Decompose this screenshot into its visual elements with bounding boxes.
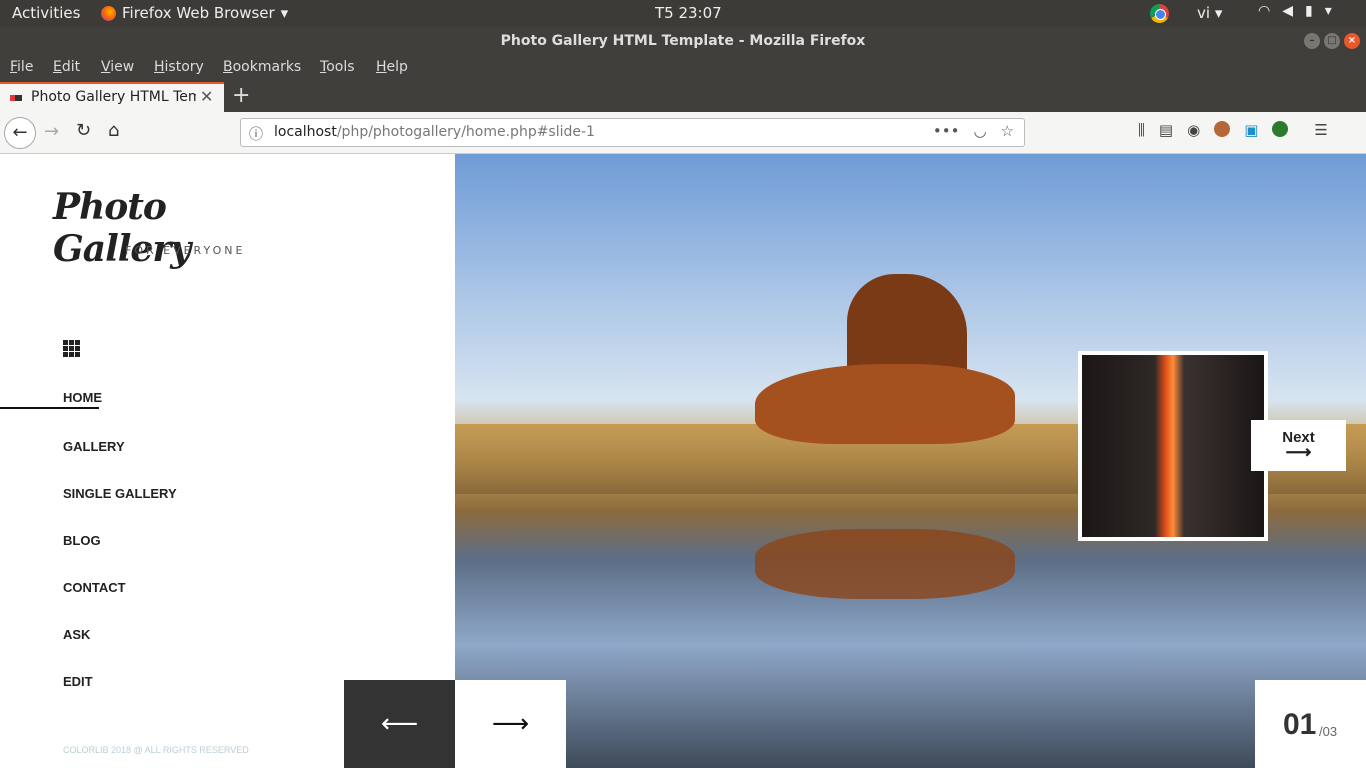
page-content: Photo Gallery FOR EVERYONE HOME GALLERY … [0,154,1366,768]
nav-blog[interactable]: BLOG [63,533,101,548]
grid-menu-icon[interactable] [63,340,80,357]
app-menu[interactable]: Firefox Web Browser ▾ [101,4,288,22]
language-indicator[interactable]: vi ▾ [1197,4,1222,22]
url-host: localhost [274,124,337,140]
account-icon[interactable]: ◉ [1187,121,1200,139]
menu-file[interactable]: File [10,59,33,75]
slide-counter: 01 /03 [1255,680,1366,768]
next-slide-button[interactable]: Next ⟶ [1251,420,1346,471]
nav-single-gallery[interactable]: SINGLE GALLERY [63,486,177,501]
total-slide-count: /03 [1319,724,1338,739]
next-slide-thumbnail[interactable] [1078,351,1268,541]
library-icon[interactable]: ⫼ [1138,121,1145,139]
menu-bar: File Edit View History Bookmarks Tools H… [0,55,1366,82]
slider-prev-button[interactable]: ⟵ [344,680,455,768]
toolbar-extensions: ⫼ ▤ ◉ ▣ ☰ [1138,121,1328,139]
nav-edit[interactable]: EDIT [63,674,93,689]
favicon-icon [10,95,22,101]
site-sidebar: Photo Gallery FOR EVERYONE HOME GALLERY … [0,154,455,768]
site-logo[interactable]: Photo Gallery FOR EVERYONE [53,186,253,270]
clock[interactable]: T5 23:07 [655,4,722,22]
minimize-button[interactable]: – [1304,33,1320,49]
hero-horse-lying [755,364,1015,444]
menu-bookmarks[interactable]: Bookmarks [223,59,301,75]
wifi-icon: ◠ [1258,3,1271,19]
menu-tools[interactable]: Tools [320,59,355,75]
nav-ask[interactable]: ASK [63,627,90,642]
current-slide-number: 01 [1283,708,1317,741]
hero-reflection [755,529,1015,599]
maximize-button[interactable]: □ [1324,33,1340,49]
new-tab-button[interactable]: + [232,83,250,108]
tab-bar: Photo Gallery HTML Tem ✕ + [0,82,1366,112]
pocket-icon[interactable]: ◡ [973,122,986,140]
back-button[interactable]: ← [4,117,36,149]
chevron-down-icon: ▾ [280,4,289,22]
window-title-bar: Photo Gallery HTML Template - Mozilla Fi… [0,27,1366,55]
site-footer: COLORLIB 2018 @ ALL RIGHTS RESERVED [63,745,249,755]
sidebar-icon[interactable]: ▤ [1159,121,1173,139]
save-icon[interactable]: ▣ [1244,121,1258,139]
logo-text: Photo Gallery [53,186,191,270]
url-text: localhost/php/photogallery/home.php#slid… [274,124,595,140]
menu-help[interactable]: Help [376,59,408,75]
system-tray[interactable]: ◠ ◀ ▮ ▾ [1258,3,1332,19]
menu-edit[interactable]: Edit [53,59,80,75]
reload-button[interactable]: ↻ [76,120,91,141]
thumbnail-image [1082,355,1264,537]
navigation-toolbar: ← → ↻ ⌂ ⓘ localhost/php/photogallery/hom… [0,112,1366,154]
activities-button[interactable]: Activities [12,4,80,22]
power-menu-icon: ▾ [1324,3,1332,19]
close-tab-icon[interactable]: ✕ [200,87,213,106]
chrome-icon[interactable] [1150,4,1169,23]
volume-icon: ◀ [1282,3,1293,19]
page-actions-icon[interactable]: ••• [933,122,960,140]
system-top-bar: Activities Firefox Web Browser ▾ T5 23:0… [0,0,1366,27]
slider-next-button[interactable]: ⟶ [455,680,566,768]
arrow-right-icon: ⟶ [491,709,530,739]
forward-button[interactable]: → [44,121,59,142]
close-window-button[interactable]: × [1344,33,1360,49]
app-menu-label: Firefox Web Browser [122,4,275,22]
menu-history[interactable]: History [154,59,204,75]
nav-home[interactable]: HOME [63,390,102,405]
url-path: /php/photogallery/home.php#slide-1 [336,124,595,140]
extension-green-icon[interactable] [1272,121,1289,137]
logo-tagline: FOR EVERYONE [125,244,246,257]
site-info-icon[interactable]: ⓘ [249,124,263,144]
home-button[interactable]: ⌂ [108,120,119,141]
firefox-icon [101,5,116,21]
menu-view[interactable]: View [101,59,134,75]
hamburger-menu-icon[interactable]: ☰ [1314,121,1327,139]
extension-icon[interactable] [1214,121,1231,137]
nav-gallery[interactable]: GALLERY [63,439,125,454]
language-label: vi [1197,4,1211,22]
nav-contact[interactable]: CONTACT [63,580,126,595]
battery-icon: ▮ [1305,3,1313,19]
window-title: Photo Gallery HTML Template - Mozilla Fi… [500,33,866,49]
arrow-right-icon: ⟶ [1285,442,1312,462]
tab-title: Photo Gallery HTML Tem [31,89,196,105]
url-bar[interactable]: ⓘ localhost/php/photogallery/home.php#sl… [240,118,1025,147]
hero-slide-image: Next ⟶ [455,154,1366,768]
active-nav-indicator [0,407,99,409]
arrow-left-icon: ⟵ [380,709,419,739]
bookmark-star-icon[interactable]: ☆ [1001,122,1014,140]
browser-tab[interactable]: Photo Gallery HTML Tem ✕ [0,82,224,112]
